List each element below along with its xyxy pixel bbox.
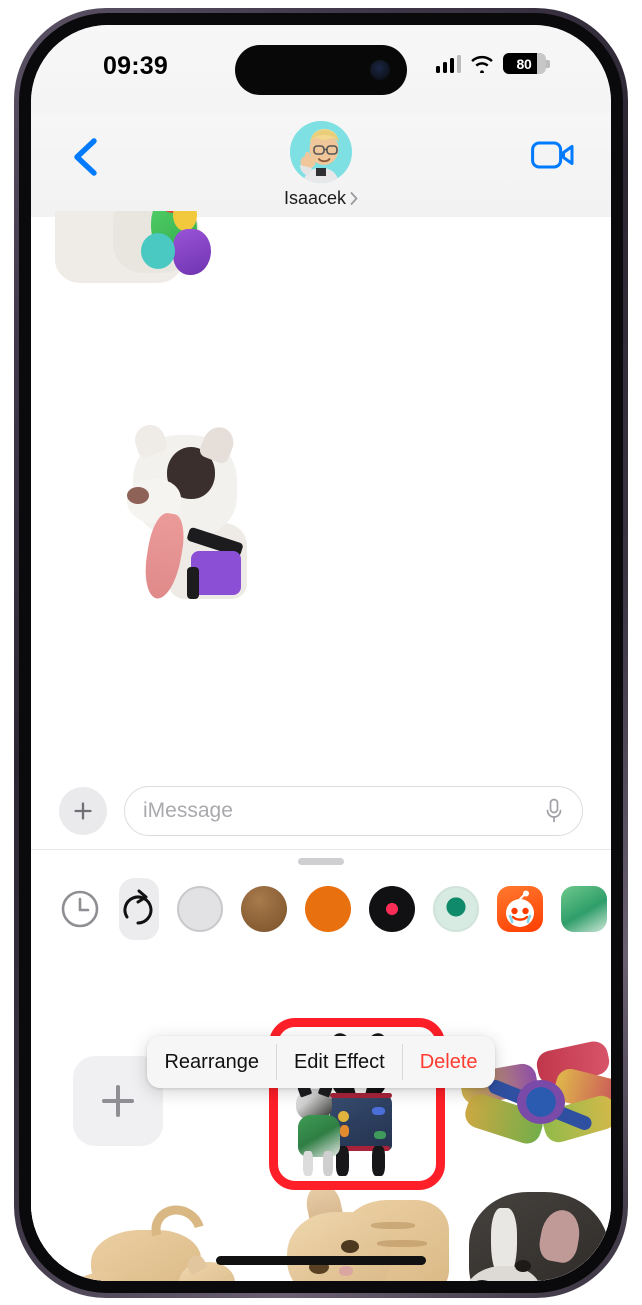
grid-small-dog-leg-right [323, 1151, 333, 1176]
phone-frame: 09:39 80 Isaacek iMessage Rearrange Edit… [14, 8, 628, 1298]
plus-icon [102, 1085, 134, 1117]
menu-item-rearrange[interactable]: Rearrange [147, 1036, 276, 1088]
status-indicators: 80 [435, 53, 550, 74]
tunnel-center [517, 1080, 565, 1124]
cat-face-stripe-1 [371, 1222, 415, 1229]
cat-face-stripe-2 [377, 1240, 427, 1247]
app-icon-reddit[interactable] [497, 886, 543, 932]
phone-screen: 09:39 80 Isaacek iMessage Rearrange Edit… [31, 25, 611, 1281]
grid-pajama-patch-green [374, 1131, 386, 1139]
grid-big-dog-collar-trim [330, 1093, 392, 1098]
grid-small-dog-leg-left [303, 1151, 313, 1176]
battery-empty-portion [537, 53, 546, 74]
sticker-message-tongue-dog[interactable] [117, 417, 255, 602]
microphone-icon[interactable] [544, 798, 564, 824]
cellular-bars-icon [435, 54, 461, 73]
recents-clock-icon[interactable] [59, 888, 101, 930]
chevron-right-icon [350, 192, 358, 205]
menu-item-delete[interactable]: Delete [402, 1036, 495, 1088]
phone-bezel: 09:39 80 Isaacek iMessage Rearrange Edit… [19, 13, 623, 1293]
grid-pajama-patch-orange [340, 1125, 349, 1137]
menu-item-edit-effect[interactable]: Edit Effect [276, 1036, 402, 1088]
sticker-cat-stretching[interactable] [67, 1195, 245, 1281]
cat-face-nose [339, 1266, 353, 1276]
video-camera-icon[interactable] [531, 139, 575, 171]
pitbull-eye [515, 1260, 531, 1272]
sticker-context-menu[interactable]: Rearrange Edit Effect Delete [147, 1036, 495, 1088]
message-input-row: iMessage [31, 773, 611, 849]
drawer-grabber[interactable] [298, 858, 344, 865]
message-input-placeholder: iMessage [143, 799, 233, 822]
tongue-dog-nose [127, 487, 149, 504]
app-icon-5[interactable] [369, 886, 415, 932]
app-strip [31, 878, 611, 940]
battery-percent: 80 [516, 55, 532, 72]
sticker-message-rainbow-dog[interactable] [55, 211, 235, 293]
grid-pajama-patch-yellow [338, 1111, 349, 1122]
grid-big-dog-leg-right [372, 1146, 385, 1176]
sticker-grid[interactable] [31, 946, 611, 1281]
plus-icon [74, 802, 92, 820]
navigation-bar: Isaacek [31, 113, 611, 217]
contact-name-row[interactable]: Isaacek [284, 188, 358, 209]
app-icon-3[interactable] [241, 886, 287, 932]
battery-icon: 80 [503, 53, 550, 74]
back-chevron-icon[interactable] [69, 137, 103, 177]
wifi-icon [471, 55, 493, 73]
app-icon-6[interactable] [433, 886, 479, 932]
contact-name: Isaacek [283, 188, 347, 208]
rainbow-stripe-purple [173, 229, 211, 275]
contact-header[interactable]: Isaacek [284, 121, 358, 209]
sticker-pitbull-face[interactable] [455, 1174, 611, 1281]
front-camera-icon [370, 60, 390, 80]
message-thread[interactable]: iMessage Rearrange Edit Effect Delete [31, 211, 611, 1281]
status-time: 09:39 [103, 52, 168, 80]
app-icon-4[interactable] [305, 886, 351, 932]
sticker-cat-face[interactable] [267, 1178, 449, 1281]
tongue-dog-harness-edge [187, 567, 199, 599]
message-input-field[interactable]: iMessage [124, 786, 583, 836]
status-bar: 09:39 80 [31, 25, 611, 113]
memoji-avatar[interactable] [289, 121, 352, 183]
dynamic-island[interactable] [235, 45, 407, 95]
sticker-refresh-icon [123, 889, 153, 925]
app-icon-8[interactable] [561, 886, 607, 932]
cat-face-eye-right [341, 1240, 359, 1253]
grid-pajama-patch-blue [372, 1107, 385, 1115]
app-drawer: Rearrange Edit Effect Delete [31, 849, 611, 1281]
app-icon-2[interactable] [177, 886, 223, 932]
home-indicator[interactable] [216, 1256, 426, 1265]
rainbow-stripe-cyan [141, 233, 175, 269]
add-attachment-button[interactable] [59, 787, 107, 835]
app-icon-stickers[interactable] [119, 878, 159, 940]
